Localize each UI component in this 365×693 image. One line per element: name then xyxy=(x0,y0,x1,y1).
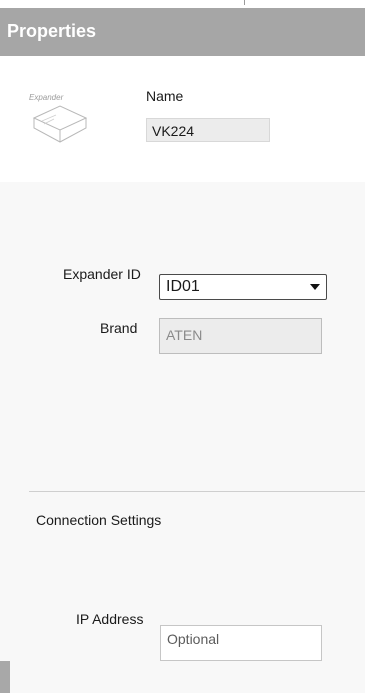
panel-title: Properties xyxy=(7,21,97,41)
scroll-handle[interactable] xyxy=(0,661,10,693)
expander-id-select[interactable]: ID01 xyxy=(159,274,327,300)
expander-id-value: ID01 xyxy=(166,278,200,295)
brand-label: Brand xyxy=(100,320,138,336)
properties-form xyxy=(0,182,365,693)
device-icon-label: Expander xyxy=(29,93,64,102)
section-divider xyxy=(29,491,365,492)
ip-address-label: IP Address xyxy=(76,611,144,627)
top-strip xyxy=(0,0,365,8)
properties-title-bar: Properties xyxy=(0,8,365,56)
name-label: Name xyxy=(146,88,184,104)
brand-field: ATEN xyxy=(159,318,322,354)
name-field[interactable]: VK224 xyxy=(146,118,270,142)
expander-id-label: Expander ID xyxy=(63,266,141,282)
device-header: Expander Name VK224 xyxy=(0,56,365,182)
splitter-tick xyxy=(244,0,245,5)
dropdown-arrow-icon[interactable] xyxy=(310,284,320,290)
ip-address-input[interactable]: Optional xyxy=(160,625,322,661)
connection-settings-title: Connection Settings xyxy=(36,512,162,528)
